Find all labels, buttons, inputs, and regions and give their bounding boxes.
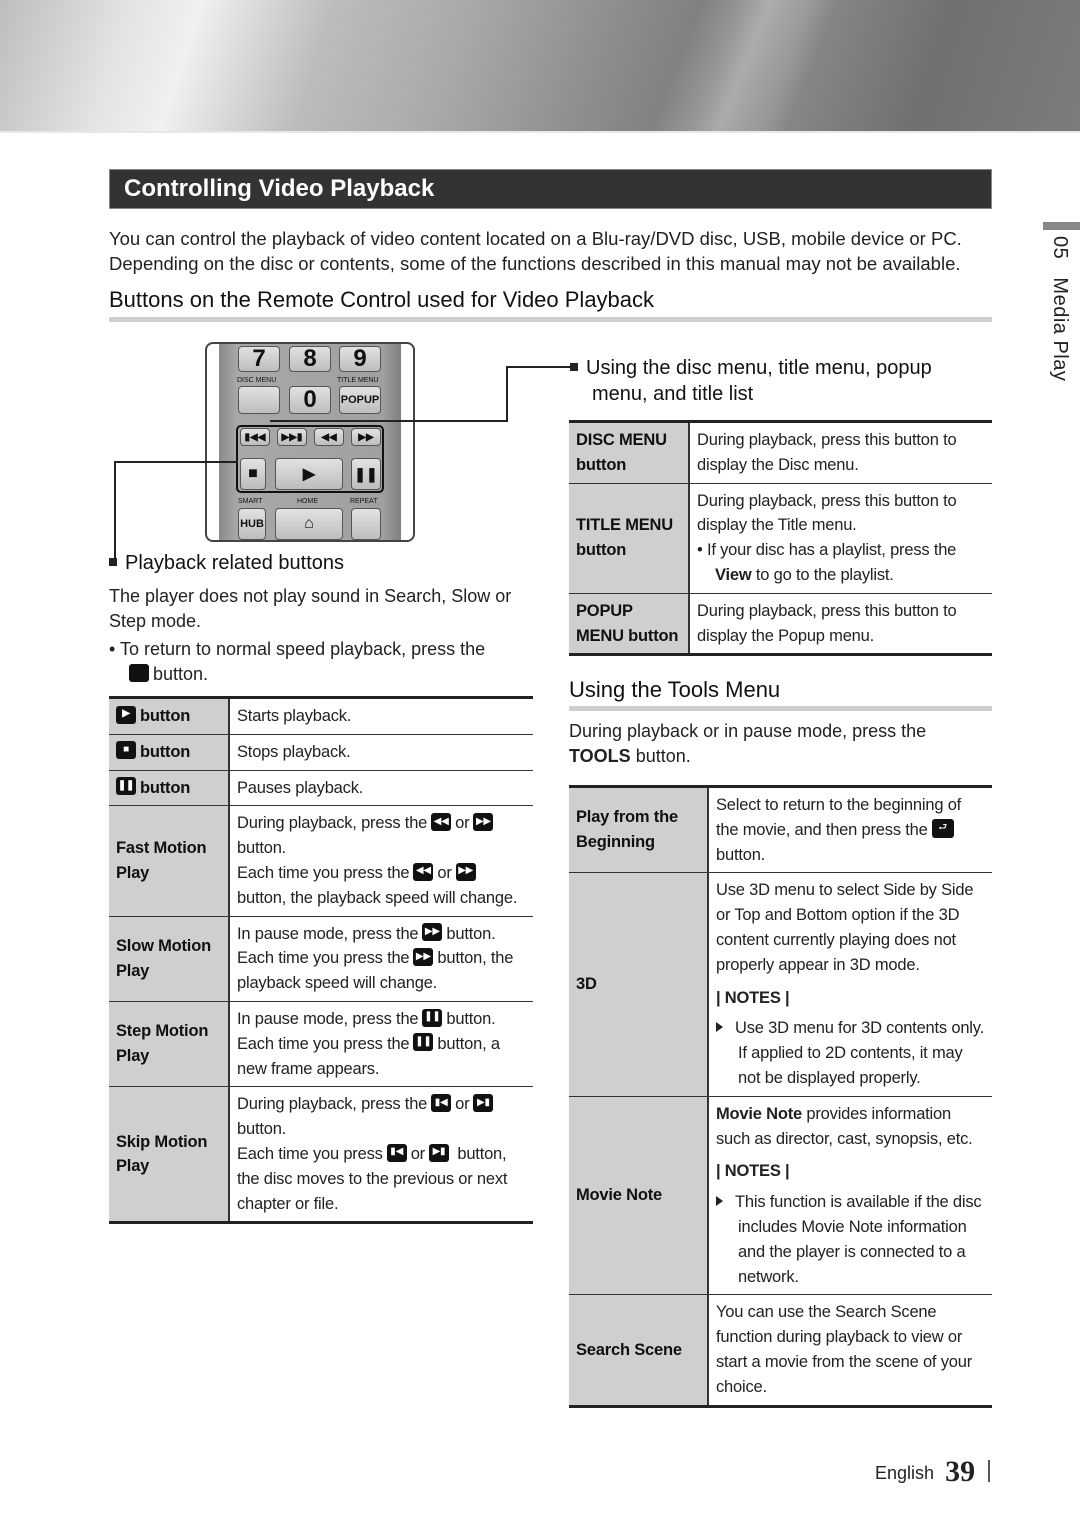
enter-icon: ⮐ bbox=[931, 818, 954, 838]
rewind-icon: ◀◀ bbox=[431, 813, 452, 832]
tools-menu-table: Play from the Beginning Select to return… bbox=[569, 785, 992, 1408]
callout-line bbox=[270, 420, 508, 422]
disc-menu-label: DISC MENU bbox=[237, 377, 277, 384]
disc-menu-key bbox=[238, 386, 280, 414]
popup-key: POPUP bbox=[339, 386, 381, 414]
fast-forward-icon: ▶▶ bbox=[455, 862, 476, 881]
table-row: Step Motion Play In pause mode, press th… bbox=[109, 1001, 533, 1088]
tools-section-heading: Using the Tools Menu bbox=[569, 677, 781, 702]
table-row: DISC MENU button During playback, press … bbox=[569, 421, 992, 484]
key-7: 7 bbox=[238, 345, 280, 372]
playback-buttons-highlight bbox=[236, 425, 384, 493]
square-bullet-icon bbox=[570, 362, 578, 371]
stop-icon: ■ bbox=[116, 741, 136, 760]
fast-forward-icon: ▶▶ bbox=[473, 813, 494, 832]
table-row: ❚❚ button Pauses playback. bbox=[109, 770, 533, 807]
pause-icon: ❚❚ bbox=[116, 777, 136, 796]
table-row: ▶ button Starts playback. bbox=[109, 697, 533, 735]
footer-divider bbox=[988, 1460, 990, 1482]
key-0: 0 bbox=[289, 386, 331, 414]
square-bullet-icon bbox=[109, 557, 117, 566]
table-row: Movie Note Movie Note provides informati… bbox=[569, 1096, 992, 1296]
page-footer: English 39 bbox=[875, 1455, 990, 1489]
notes-label: | NOTES | bbox=[716, 988, 790, 1007]
page-title: Controlling Video Playback bbox=[124, 175, 435, 202]
skip-forward-icon: ▶▮ bbox=[473, 1094, 494, 1112]
playback-buttons-table: ▶ button Starts playback. ■ button Stops p… bbox=[109, 696, 533, 1225]
key-9: 9 bbox=[339, 345, 381, 372]
pause-icon: ❚❚ bbox=[413, 1033, 434, 1052]
triangle-bullet-icon bbox=[716, 1022, 723, 1033]
table-row: Slow Motion Play In pause mode, press th… bbox=[109, 916, 533, 1002]
note-item: Use 3D menu for 3D contents only. If app… bbox=[716, 1016, 985, 1090]
table-row: POPUP MENU button During playback, press… bbox=[569, 593, 992, 655]
tools-intro: During playback or in pause mode, press … bbox=[569, 721, 927, 766]
heading-rule bbox=[569, 706, 992, 711]
page-title-bar: Controlling Video Playback bbox=[109, 169, 992, 209]
triangle-bullet-icon bbox=[716, 1196, 723, 1207]
header-banner bbox=[0, 0, 1080, 133]
table-row: ■ button Stops playback. bbox=[109, 734, 533, 771]
repeat-key bbox=[351, 508, 381, 540]
fast-forward-icon: ▶▶ bbox=[422, 923, 443, 942]
playback-note: The player does not play sound in Search… bbox=[109, 586, 512, 631]
home-icon: ⌂ bbox=[275, 508, 343, 540]
callout-line bbox=[114, 461, 116, 558]
menu-buttons-table: DISC MENU button During playback, press … bbox=[569, 420, 992, 657]
key-8: 8 bbox=[289, 345, 331, 372]
callout-line bbox=[506, 366, 508, 422]
menu-section-heading: Using the disc menu, title menu, popup m… bbox=[570, 355, 990, 407]
play-icon: ▶ bbox=[119, 663, 149, 682]
pause-icon: ❚❚ bbox=[422, 1008, 443, 1027]
rewind-icon: ◀◀ bbox=[413, 862, 434, 881]
skip-back-icon: ▮◀ bbox=[386, 1143, 407, 1162]
table-row: 3D Use 3D menu to select Side by Side or… bbox=[569, 872, 992, 1097]
repeat-label: REPEAT bbox=[350, 498, 378, 505]
table-row: Fast Motion Play During playback, press … bbox=[109, 805, 533, 917]
hub-key: HUB bbox=[238, 508, 266, 540]
play-icon: ▶ bbox=[116, 705, 136, 724]
callout-line bbox=[114, 461, 238, 463]
playback-buttons-heading: Playback related buttons bbox=[109, 550, 344, 576]
intro-text: You can control the playback of video co… bbox=[109, 228, 962, 274]
heading-rule bbox=[109, 317, 992, 322]
skip-forward-icon: ▶▮ bbox=[428, 1143, 449, 1162]
home-label: HOME bbox=[297, 498, 318, 505]
table-row: TITLE MENU button During playback, press… bbox=[569, 483, 992, 594]
note-item: This function is available if the disc i… bbox=[716, 1190, 985, 1289]
table-row: Play from the Beginning Select to return… bbox=[569, 786, 992, 874]
fast-forward-icon: ▶▶ bbox=[413, 948, 434, 967]
normal-speed-bullet: • To return to normal speed playback, pr… bbox=[109, 639, 486, 684]
table-row: Search Scene You can use the Search Scen… bbox=[569, 1294, 992, 1407]
chapter-tab-label: 05 Media Play bbox=[1049, 236, 1071, 382]
footer-language: English bbox=[875, 1463, 935, 1483]
table-row: Skip Motion Play During playback, press … bbox=[109, 1086, 533, 1223]
notes-label: | NOTES | bbox=[716, 1162, 790, 1181]
playlist-bullet: • If your disc has a playlist, press the… bbox=[697, 541, 957, 584]
skip-back-icon: ▮◀ bbox=[431, 1094, 452, 1112]
smart-label: SMART bbox=[238, 498, 263, 505]
page-number: 39 bbox=[945, 1455, 976, 1488]
title-menu-label: TITLE MENU bbox=[337, 377, 379, 384]
remote-section-heading: Buttons on the Remote Control used for V… bbox=[109, 287, 655, 312]
callout-line bbox=[506, 366, 572, 368]
chapter-tab-marker bbox=[1043, 222, 1080, 230]
